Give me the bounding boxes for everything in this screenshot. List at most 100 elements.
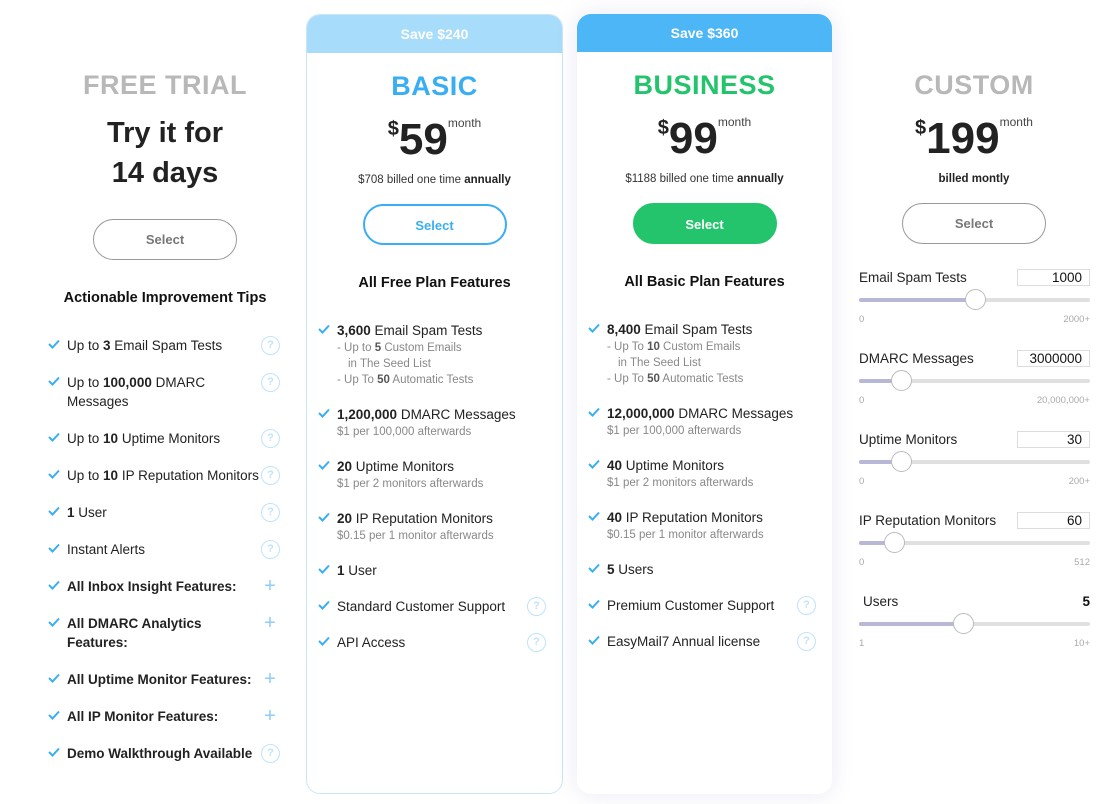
check-icon: [48, 580, 60, 590]
check-icon: [588, 323, 600, 333]
help-icon[interactable]: ?: [527, 633, 546, 652]
slider-label: DMARC Messages: [859, 351, 974, 366]
check-icon: [48, 710, 60, 720]
feature-ip-reputation: 20 IP Reputation Monitors $0.15 per 1 mo…: [307, 509, 562, 544]
slider-thumb[interactable]: [964, 289, 986, 310]
check-icon: [48, 376, 60, 386]
feature-users: 5 Users: [577, 560, 832, 579]
slider-label: IP Reputation Monitors: [859, 513, 997, 528]
feature-item: Instant Alerts?: [34, 540, 296, 559]
slider-track[interactable]: [859, 289, 1090, 310]
check-icon: [588, 407, 600, 417]
slider-value-input[interactable]: 60: [1017, 512, 1090, 529]
plus-icon[interactable]: +: [262, 613, 278, 633]
check-icon: [48, 617, 60, 627]
help-icon[interactable]: ?: [261, 429, 280, 448]
help-icon[interactable]: ?: [261, 744, 280, 763]
feature-list: 8,400 Email Spam Tests - Up To 10 Custom…: [577, 320, 832, 651]
help-icon[interactable]: ?: [261, 373, 280, 392]
slider-thumb[interactable]: [890, 451, 912, 472]
select-business-button[interactable]: Select: [632, 203, 777, 244]
slider-track[interactable]: [859, 613, 1090, 634]
plan-custom: CUSTOM $199month billed montly Select Em…: [846, 0, 1102, 675]
check-icon: [48, 506, 60, 516]
slider-min-label: 0: [859, 557, 865, 568]
check-icon: [318, 512, 330, 522]
feature-uptime: 40 Uptime Monitors $1 per 2 monitors aft…: [577, 456, 832, 491]
check-icon: [318, 564, 330, 574]
plus-icon[interactable]: +: [262, 576, 278, 596]
trial-line-2: 14 days: [111, 157, 219, 189]
save-badge: Save $360: [577, 14, 832, 52]
feature-users: 1 User: [307, 561, 562, 580]
price-amount: 99: [668, 114, 718, 163]
section-heading: Actionable Improvement Tips: [63, 290, 267, 306]
plan-basic: Save $240 BASIC $59month $708 billed one…: [306, 14, 563, 794]
slider-track[interactable]: [859, 451, 1090, 472]
select-free-button[interactable]: Select: [93, 219, 237, 260]
select-basic-button[interactable]: Select: [362, 204, 507, 245]
billing-note: billed montly: [938, 173, 1010, 185]
slider-max-label: 2000+: [1063, 314, 1090, 325]
plus-icon[interactable]: +: [262, 669, 278, 689]
slider-ip-reputation-monitors: IP Reputation Monitors 60 0 512: [859, 512, 1090, 594]
check-icon: [318, 408, 330, 418]
help-icon[interactable]: ?: [261, 466, 280, 485]
slider-users: Users 5 1 10+: [859, 594, 1090, 675]
plan-title: BASIC: [391, 71, 478, 101]
feature-item: Up to 3 Email Spam Tests?: [34, 336, 296, 355]
check-icon: [48, 432, 60, 442]
section-heading: All Free Plan Features: [358, 275, 511, 291]
slider-thumb[interactable]: [883, 532, 905, 553]
price-currency: $: [915, 117, 927, 139]
slider-fill: [859, 298, 975, 302]
trial-line-1: Try it for: [106, 117, 223, 149]
help-icon[interactable]: ?: [261, 540, 280, 559]
slider-thumb[interactable]: [952, 613, 974, 634]
help-icon[interactable]: ?: [261, 503, 280, 522]
feature-spam-tests: 3,600 Email Spam Tests - Up to 5 Custom …: [307, 321, 562, 388]
feature-item: All IP Monitor Features: +: [34, 706, 296, 726]
feature-item: All Inbox Insight Features: +: [34, 576, 296, 596]
slider-track[interactable]: [859, 370, 1090, 391]
check-icon: [588, 635, 600, 645]
feature-list: 3,600 Email Spam Tests - Up to 5 Custom …: [307, 321, 562, 652]
help-icon[interactable]: ?: [797, 632, 816, 651]
check-icon: [588, 563, 600, 573]
price: $199month: [846, 113, 1102, 165]
check-icon: [588, 511, 600, 521]
slider-min-label: 0: [859, 395, 865, 406]
check-icon: [48, 339, 60, 349]
slider-email-spam-tests: Email Spam Tests 1000 0 2000+: [859, 269, 1090, 351]
slider-thumb[interactable]: [890, 370, 912, 391]
help-icon[interactable]: ?: [527, 597, 546, 616]
plan-free-trial: FREE TRIAL Try it for 14 days Select Act…: [34, 0, 296, 781]
slider-label: Uptime Monitors: [859, 432, 958, 447]
check-icon: [318, 600, 330, 610]
slider-track[interactable]: [859, 532, 1090, 553]
check-icon: [318, 324, 330, 334]
slider-value-input[interactable]: 3000000: [1017, 350, 1090, 367]
price-period: month: [717, 115, 752, 129]
select-custom-button[interactable]: Select: [902, 203, 1046, 244]
help-icon[interactable]: ?: [797, 596, 816, 615]
price: $59month: [307, 114, 562, 166]
feature-spam-tests: 8,400 Email Spam Tests - Up To 10 Custom…: [577, 320, 832, 387]
slider-max-label: 10+: [1073, 638, 1090, 649]
help-icon[interactable]: ?: [261, 336, 280, 355]
slider-max-label: 512: [1074, 557, 1090, 568]
slider-value-input[interactable]: 30: [1017, 431, 1090, 448]
slider-value-input[interactable]: 1000: [1017, 269, 1090, 286]
feature-item: Up to 10 Uptime Monitors?: [34, 429, 296, 448]
feature-ip-reputation: 40 IP Reputation Monitors $0.15 per 1 mo…: [577, 508, 832, 543]
save-badge: Save $240: [307, 15, 562, 53]
check-icon: [588, 459, 600, 469]
plus-icon[interactable]: +: [262, 706, 278, 726]
slider-fill: [859, 622, 963, 626]
feature-dmarc: 12,000,000 DMARC Messages $1 per 100,000…: [577, 404, 832, 439]
price-period: month: [999, 115, 1033, 129]
slider-dmarc-messages: DMARC Messages 3000000 0 20,000,000+: [859, 350, 1090, 432]
check-icon: [588, 599, 600, 609]
feature-dmarc: 1,200,000 DMARC Messages $1 per 100,000 …: [307, 405, 562, 440]
feature-item: All Uptime Monitor Features: +: [34, 669, 296, 689]
